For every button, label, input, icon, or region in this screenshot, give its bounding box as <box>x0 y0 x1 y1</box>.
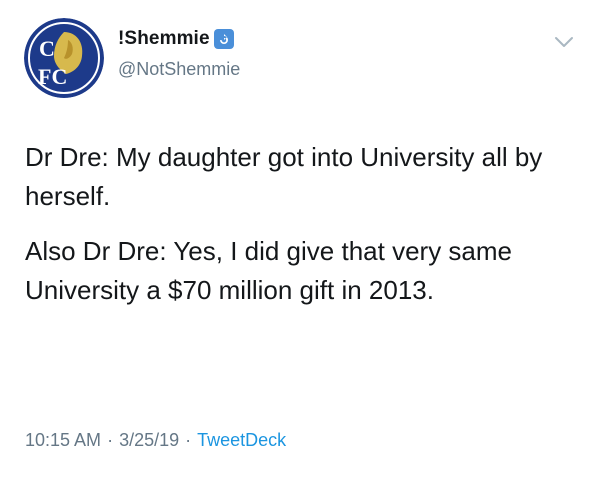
meta-separator: · <box>185 430 192 450</box>
tweet-paragraph-2: Also Dr Dre: Yes, I did give that very s… <box>25 236 512 305</box>
tweet-body: Dr Dre: My daughter got into University … <box>25 138 570 310</box>
cfc-crest-avatar: C FC <box>24 18 104 98</box>
crest-letters-bottom: FC <box>38 64 67 89</box>
return-arrow-icon <box>213 29 234 49</box>
chevron-down-icon[interactable] <box>553 34 575 50</box>
tweet-date[interactable]: 3/25/19 <box>119 430 179 450</box>
tweet-card: C FC !Shemmie @NotShemmie Dr Dre: My dau… <box>0 0 590 477</box>
tweet-source-link[interactable]: TweetDeck <box>197 430 286 450</box>
tweet-paragraph-1: Dr Dre: My daughter got into University … <box>25 142 543 211</box>
crest-letter-top: C <box>39 36 55 61</box>
display-name-row: !Shemmie <box>118 27 240 51</box>
avatar[interactable]: C FC <box>24 18 104 98</box>
tweet-meta: 10:15 AM · 3/25/19 · TweetDeck <box>25 430 286 451</box>
author-handle[interactable]: @NotShemmie <box>118 59 240 80</box>
display-name[interactable]: !Shemmie <box>118 28 210 50</box>
meta-separator: · <box>107 430 114 450</box>
tweet-time[interactable]: 10:15 AM <box>25 430 101 450</box>
author-name-block: !Shemmie @NotShemmie <box>118 27 240 80</box>
